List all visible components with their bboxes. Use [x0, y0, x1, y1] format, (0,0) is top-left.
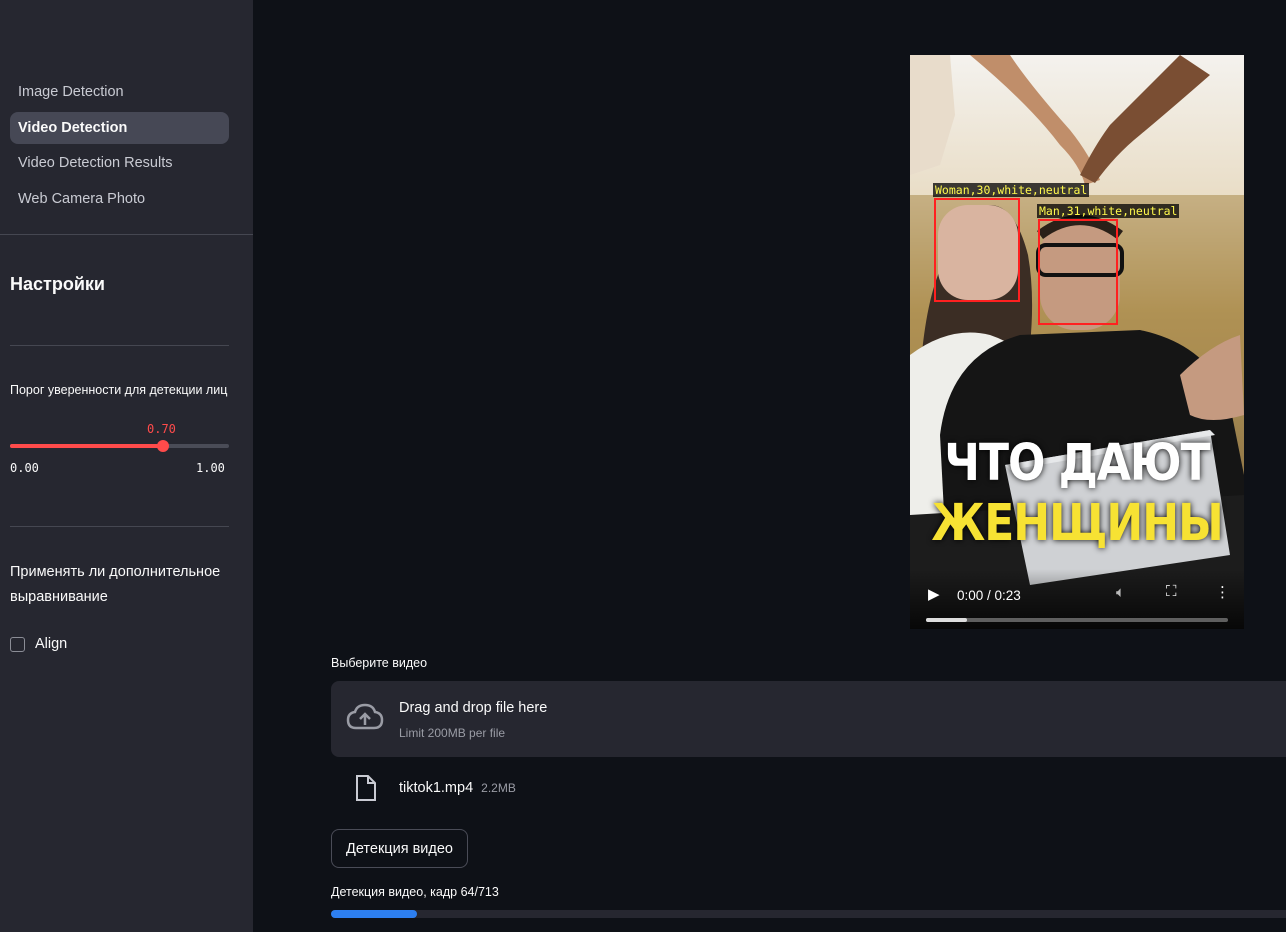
face-label-man: Man,31,white,neutral [1037, 204, 1180, 218]
sidebar-nav: Image Detection Video Detection Video De… [10, 76, 229, 218]
volume-icon[interactable]: 🔈︎ [1116, 584, 1125, 601]
face-box-man [1038, 219, 1118, 325]
divider [10, 345, 229, 346]
uploader-label: Выберите видео [331, 656, 428, 670]
face-label-woman: Woman,30,white,neutral [933, 183, 1090, 197]
confidence-slider-label: Порог уверенности для детекции лиц [10, 383, 228, 397]
confidence-slider[interactable] [10, 440, 229, 452]
file-icon [356, 775, 376, 801]
detect-video-button[interactable]: Детекция видео [331, 829, 468, 868]
divider [10, 526, 229, 527]
confidence-slider-fill [10, 444, 164, 448]
play-icon[interactable]: ▶ [928, 585, 940, 603]
nav-item-video-detection-results[interactable]: Video Detection Results [10, 147, 229, 179]
align-question: Применять ли дополнительное выравнивание [10, 564, 221, 605]
file-dropzone[interactable]: Drag and drop file here Limit 200MB per … [331, 681, 1286, 757]
cloud-upload-icon [346, 703, 384, 738]
sidebar: Image Detection Video Detection Video De… [0, 0, 253, 932]
video-caption-line2: ЖЕНЩИНЫ [931, 494, 1223, 553]
detection-progress-bar [331, 910, 1286, 918]
confidence-slider-thumb[interactable] [157, 440, 170, 452]
more-options-icon[interactable]: ⋮ [1215, 583, 1230, 601]
slider-max-label: 1.00 [196, 461, 225, 475]
confidence-slider-value: 0.70 [147, 422, 176, 436]
video-seek-fill [926, 618, 967, 622]
dropzone-subtitle: Limit 200MB per file [399, 726, 506, 740]
video-time: 0:00 / 0:23 [957, 588, 1021, 603]
face-box-woman [934, 198, 1020, 302]
align-checkbox-label: Align [35, 636, 68, 652]
settings-title: Настройки [10, 274, 105, 294]
video-controls: ▶ 0:00 / 0:23 🔈︎ ⛶ ⋮ [910, 569, 1244, 629]
slider-min-label: 0.00 [10, 461, 39, 475]
nav-item-image-detection[interactable]: Image Detection [10, 76, 229, 108]
align-checkbox-row[interactable]: Align [10, 636, 67, 652]
detection-progress-fill [331, 910, 417, 918]
video-caption-line1: ЧТО ДАЮТ [944, 434, 1210, 493]
align-checkbox[interactable] [10, 636, 25, 652]
nav-item-video-detection[interactable]: Video Detection [10, 111, 229, 144]
video-seek-bar[interactable] [926, 618, 1228, 622]
nav-item-web-camera-photo[interactable]: Web Camera Photo [10, 183, 229, 215]
nav-divider [0, 234, 253, 235]
file-name: tiktok1.mp4 [399, 780, 474, 796]
file-size: 2.2MB [481, 781, 516, 795]
uploaded-file: tiktok1.mp4 2.2MB [331, 775, 516, 801]
progress-text: Детекция видео, кадр 64/713 [331, 885, 499, 899]
video-player[interactable]: Woman,30,white,neutral Man,31,white,neut… [910, 55, 1244, 629]
fullscreen-icon[interactable]: ⛶ [1166, 583, 1177, 600]
dropzone-title: Drag and drop file here [399, 700, 548, 716]
